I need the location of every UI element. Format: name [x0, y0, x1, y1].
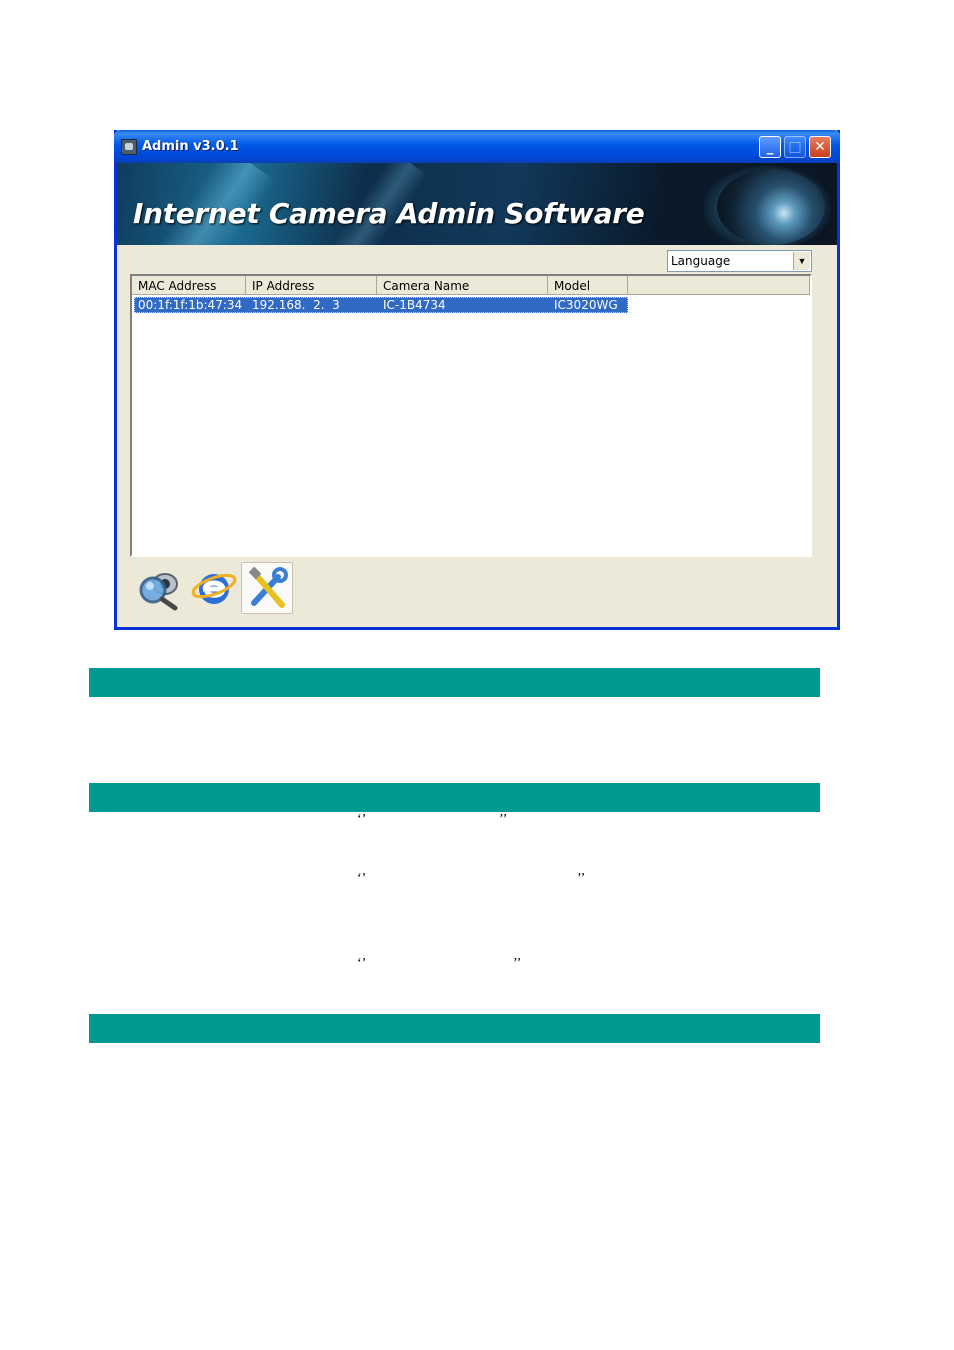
cell-model: IC3020WG — [554, 298, 618, 312]
list-header: MAC Address IP Address Camera Name Model — [132, 276, 810, 295]
table-row[interactable]: 00:1f:1f:1b:47:34 192.168. 2. 3 IC-1B473… — [134, 297, 628, 313]
maximize-button[interactable]: □ — [784, 136, 806, 158]
section-header-bar — [89, 668, 820, 697]
open-quote: ‘’ — [357, 812, 367, 827]
column-header-ip[interactable]: IP Address — [246, 276, 377, 295]
close-quote: ’’ — [499, 812, 508, 827]
minimize-button[interactable]: _ — [759, 136, 781, 158]
close-quote: ’’ — [577, 871, 586, 886]
configure-button[interactable] — [241, 562, 293, 614]
open-browser-button[interactable] — [188, 562, 240, 614]
device-list[interactable]: MAC Address IP Address Camera Name Model… — [130, 274, 812, 557]
open-quote: ‘’ — [357, 871, 367, 886]
cell-camera-name: IC-1B4734 — [383, 298, 446, 312]
internet-explorer-icon — [191, 573, 237, 604]
admin-window: Admin v3.0.1 _ □ ✕ Internet Camera Admin… — [114, 130, 840, 630]
close-quote: ’’ — [513, 956, 522, 971]
banner: Internet Camera Admin Software — [117, 163, 837, 245]
language-select[interactable]: Language ▼ — [667, 250, 812, 272]
section-header-bar — [89, 1014, 820, 1043]
open-quote: ‘’ — [357, 956, 367, 971]
cell-mac: 00:1f:1f:1b:47:34 — [138, 298, 243, 312]
section-header-bar — [89, 783, 820, 812]
app-icon — [121, 139, 137, 155]
close-button[interactable]: ✕ — [809, 136, 831, 158]
chevron-down-icon[interactable]: ▼ — [793, 252, 810, 270]
cell-ip: 192.168. 2. 3 — [252, 298, 340, 312]
camera-lens-image — [717, 169, 825, 245]
language-select-value: Language — [671, 254, 731, 268]
title-bar[interactable]: Admin v3.0.1 _ □ ✕ — [114, 130, 840, 163]
search-camera-icon — [139, 573, 178, 611]
column-header-camera-name[interactable]: Camera Name — [377, 276, 548, 295]
window-title: Admin v3.0.1 — [142, 139, 239, 154]
column-header-model[interactable]: Model — [548, 276, 628, 295]
column-header-filler — [628, 276, 810, 295]
banner-title: Internet Camera Admin Software — [133, 197, 645, 230]
column-header-mac[interactable]: MAC Address — [132, 276, 246, 295]
search-camera-button[interactable] — [133, 562, 185, 614]
configure-tools-icon — [248, 566, 288, 608]
